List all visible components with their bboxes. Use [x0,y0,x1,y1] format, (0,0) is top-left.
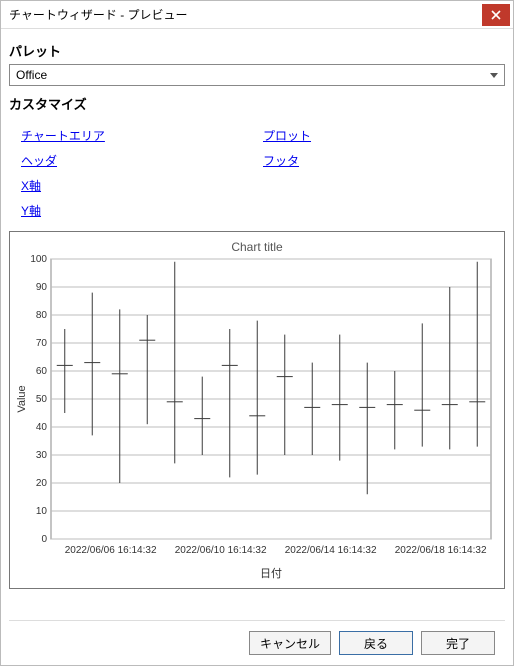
svg-text:0: 0 [41,534,47,545]
svg-text:2022/06/06 16:14:32: 2022/06/06 16:14:32 [65,545,157,556]
link-chart-area[interactable]: チャートエリア [21,123,105,148]
window-title: チャートウィザード - プレビュー [9,6,188,23]
svg-text:40: 40 [36,422,48,433]
svg-text:80: 80 [36,310,48,321]
palette-select-value: Office [16,68,47,82]
link-x-axis[interactable]: X軸 [21,173,41,198]
finish-button[interactable]: 完了 [421,631,495,655]
svg-text:2022/06/18 16:14:32: 2022/06/18 16:14:32 [395,545,487,556]
svg-text:70: 70 [36,338,48,349]
svg-text:Value: Value [16,385,28,412]
palette-section-label: パレット [9,33,505,64]
svg-text:60: 60 [36,366,48,377]
close-button[interactable] [482,4,510,26]
svg-text:2022/06/10 16:14:32: 2022/06/10 16:14:32 [175,545,267,556]
customize-section-label: カスタマイズ [9,86,505,117]
link-footer[interactable]: フッタ [263,148,299,173]
svg-text:Chart title: Chart title [231,240,283,254]
link-plot[interactable]: プロット [263,123,311,148]
chevron-down-icon [484,65,504,85]
link-y-axis[interactable]: Y軸 [21,198,41,223]
back-button[interactable]: 戻る [339,631,413,655]
svg-text:2022/06/14 16:14:32: 2022/06/14 16:14:32 [285,545,377,556]
svg-text:日付: 日付 [260,567,282,580]
link-header[interactable]: ヘッダ [21,148,57,173]
svg-text:50: 50 [36,394,48,405]
svg-text:90: 90 [36,282,48,293]
cancel-button[interactable]: キャンセル [249,631,331,655]
svg-text:30: 30 [36,450,48,461]
palette-select[interactable]: Office [9,64,505,86]
chart-preview: Chart title 0 10 20 30 40 50 60 70 80 90 100 Value 日付… [9,231,505,589]
svg-text:100: 100 [30,254,47,265]
svg-text:20: 20 [36,478,48,489]
svg-text:10: 10 [36,506,48,517]
